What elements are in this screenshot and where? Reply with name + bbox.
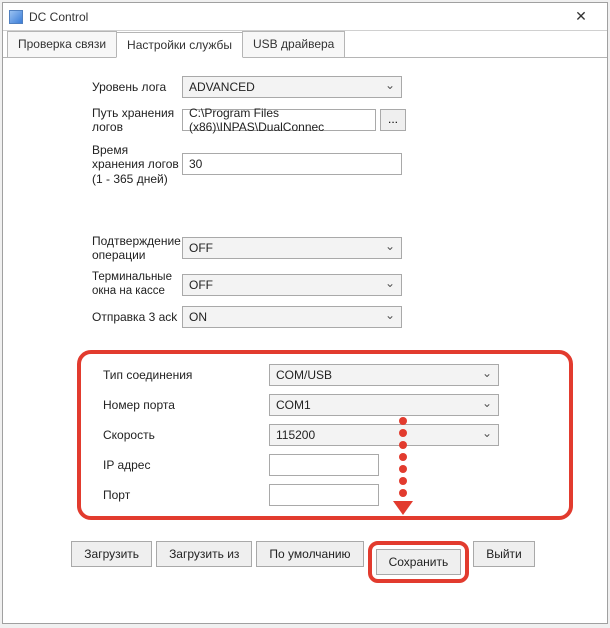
- app-icon: [9, 10, 23, 24]
- log-path-label: Путь хранения логов: [17, 106, 182, 135]
- port-num-label: Номер порта: [89, 398, 269, 412]
- annotation-arrow: [393, 413, 413, 528]
- ip-input[interactable]: [269, 454, 379, 476]
- app-window: DC Control ✕ Проверка связи Настройки сл…: [2, 2, 608, 624]
- log-days-label: Время хранения логов (1 - 365 дней): [17, 143, 182, 186]
- log-level-select[interactable]: ADVANCED: [182, 76, 402, 98]
- highlight-box: Тип соединения COM/USB Номер порта COM1 …: [77, 350, 573, 520]
- titlebar: DC Control ✕: [3, 3, 607, 31]
- exit-button[interactable]: Выйти: [473, 541, 535, 567]
- log-path-input[interactable]: C:\Program Files (x86)\INPAS\DualConnec: [182, 109, 376, 131]
- confirm-op-label: Подтверждение операции: [17, 234, 182, 263]
- window-title: DC Control: [29, 10, 561, 24]
- term-windows-label: Терминальные окна на кассе: [17, 271, 182, 299]
- tab-settings[interactable]: Настройки службы: [116, 32, 243, 58]
- port-input[interactable]: [269, 484, 379, 506]
- settings-panel: Уровень лога ADVANCED Путь хранения лого…: [3, 57, 607, 534]
- confirm-op-select[interactable]: OFF: [182, 237, 402, 259]
- port-label: Порт: [89, 488, 269, 502]
- load-button[interactable]: Загрузить: [71, 541, 152, 567]
- save-highlight: Сохранить: [368, 541, 470, 583]
- tab-usb[interactable]: USB драйвера: [242, 31, 345, 57]
- log-days-input[interactable]: 30: [182, 153, 402, 175]
- send-3ack-label: Отправка 3 ack: [17, 310, 182, 324]
- log-level-label: Уровень лога: [17, 80, 182, 94]
- port-num-select[interactable]: COM1: [269, 394, 499, 416]
- tab-check[interactable]: Проверка связи: [7, 31, 117, 57]
- term-windows-select[interactable]: OFF: [182, 274, 402, 296]
- send-3ack-select[interactable]: ON: [182, 306, 402, 328]
- browse-button[interactable]: ...: [380, 109, 406, 131]
- load-from-button[interactable]: Загрузить из: [156, 541, 252, 567]
- speed-label: Скорость: [89, 428, 269, 442]
- speed-select[interactable]: 115200: [269, 424, 499, 446]
- defaults-button[interactable]: По умолчанию: [256, 541, 363, 567]
- ip-label: IP адрес: [89, 458, 269, 472]
- arrow-head-icon: [393, 501, 413, 515]
- save-button[interactable]: Сохранить: [376, 549, 462, 575]
- tab-bar: Проверка связи Настройки службы USB драй…: [3, 31, 607, 57]
- conn-type-label: Тип соединения: [89, 368, 269, 382]
- button-bar: Загрузить Загрузить из По умолчанию Сохр…: [3, 541, 607, 583]
- close-button[interactable]: ✕: [561, 5, 601, 29]
- conn-type-select[interactable]: COM/USB: [269, 364, 499, 386]
